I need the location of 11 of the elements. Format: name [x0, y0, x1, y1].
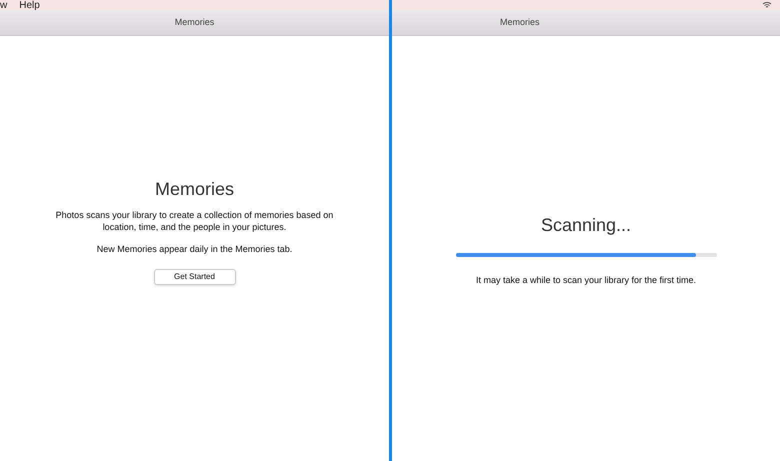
- memories-heading: Memories: [154, 178, 234, 201]
- get-started-button[interactable]: Get Started: [154, 268, 236, 284]
- window-title: Memories: [500, 16, 540, 29]
- menu-item[interactable]: w: [0, 0, 8, 12]
- description-text: Photos scans your library to create a collection of memories based on location, time, and the people in your pictures.: [54, 209, 334, 233]
- note-text: It may take a while to scan your library for the first time.: [476, 274, 696, 287]
- menu-item[interactable]: Help: [19, 0, 40, 12]
- wifi-icon: [762, 1, 772, 9]
- note-text: New Memories appear daily in the Memories tab.: [96, 243, 292, 256]
- window-title: Memories: [174, 16, 214, 29]
- scanning-heading: Scanning...: [540, 214, 632, 237]
